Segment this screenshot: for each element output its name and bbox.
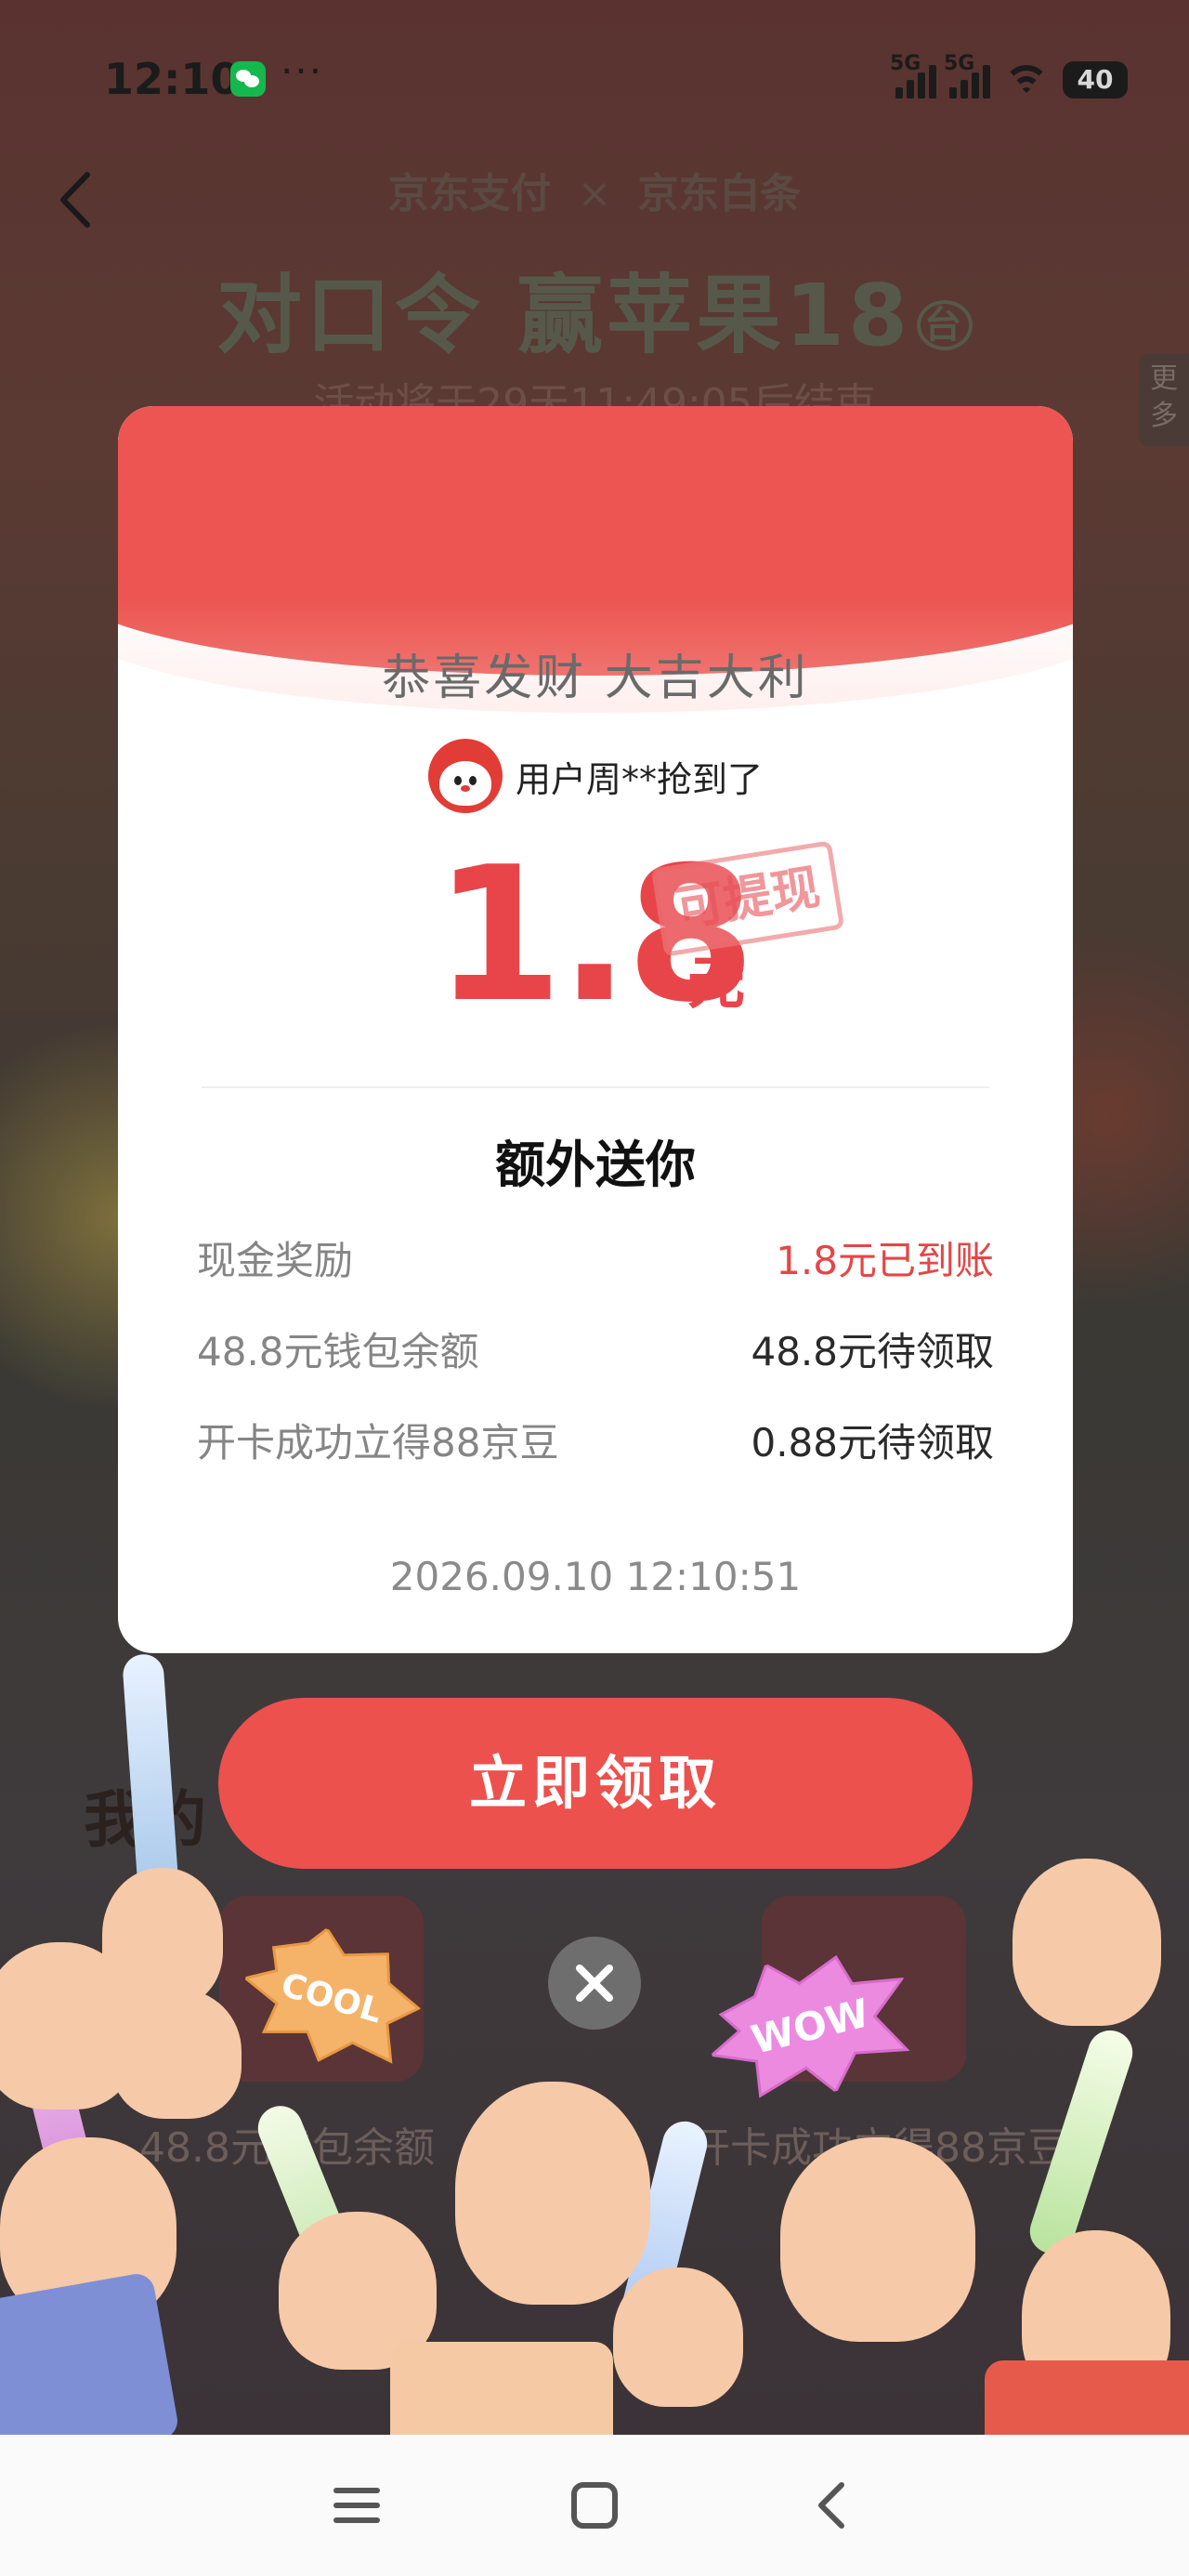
joy-mascot-avatar [427,739,503,813]
brand-separator: × [577,170,612,217]
red-packet-modal: 恭喜发财 大吉大利 用户周**抢到了 1.8 可提现 元 额外送你 现金奖励 1… [118,406,1073,1653]
reward-label: 开卡成功立得88京豆 [197,1420,559,1465]
brand-jdpay: 京东支付 [387,170,552,217]
card-label: 48.8元钱包余额 [139,2124,435,2172]
winner-line: 用户周**抢到了 [118,739,1073,813]
amount-display: 1.8 可提现 元 [118,840,1073,1029]
more-notifications-icon: ··· [281,48,324,94]
back-chevron-icon[interactable] [795,2468,869,2543]
status-bar: 12:10 ··· 5G 5G 40 [0,0,1189,158]
system-navigation-bar [0,2435,1189,2576]
divider [202,1086,989,1088]
timestamp: 2026.09.10 12:10:51 [389,1554,802,1599]
battery-icon: 40 [1063,61,1128,99]
winner-text: 用户周**抢到了 [515,758,763,800]
home-square-icon[interactable] [557,2468,632,2543]
close-icon[interactable] [548,1937,641,2030]
greeting-text: 恭喜发财 大吉大利 [382,651,809,706]
reward-row: 48.8元钱包余额 48.8元待领取 [197,1321,994,1377]
claim-now-button[interactable]: 立即领取 [218,1698,973,1869]
signal-icon: 5G [890,52,936,99]
reward-value: 0.88元待领取 [751,1420,994,1465]
status-time: 12:10 [104,54,241,104]
reward-label: 现金奖励 [197,1238,354,1283]
more-tab[interactable]: 更多 [1139,353,1189,446]
brand-header: 京东支付 × 京东白条 [0,160,1189,219]
section-title: 我的 [84,1784,206,1856]
reward-label: 48.8元钱包余额 [197,1329,479,1374]
wechat-icon [230,61,266,97]
card-label: 开卡成功立得88京豆 [689,2124,1068,2172]
signal-icon: 5G [944,52,990,99]
chevron-left-icon[interactable] [50,167,106,232]
brand-baitiao: 京东白条 [637,170,802,217]
menu-icon[interactable] [320,2468,394,2543]
status-indicators: 5G 5G 40 [890,52,1128,99]
wifi-icon [1003,63,1050,99]
title-unit-badge: 台 [917,299,973,350]
background-card-labels: 48.8元钱包余额 开卡成功立得88京豆 [139,2114,1068,2174]
reward-row: 现金奖励 1.8元已到账 [197,1229,994,1286]
reward-value: 1.8元已到账 [776,1238,994,1283]
campaign-title: 对口令 赢苹果18 台 [0,246,1189,370]
extra-rewards-title: 额外送你 [495,1136,696,1194]
reward-row: 开卡成功立得88京豆 0.88元待领取 [197,1412,994,1468]
reward-value: 48.8元待领取 [751,1329,994,1374]
amount-unit: 元 [687,949,746,1017]
